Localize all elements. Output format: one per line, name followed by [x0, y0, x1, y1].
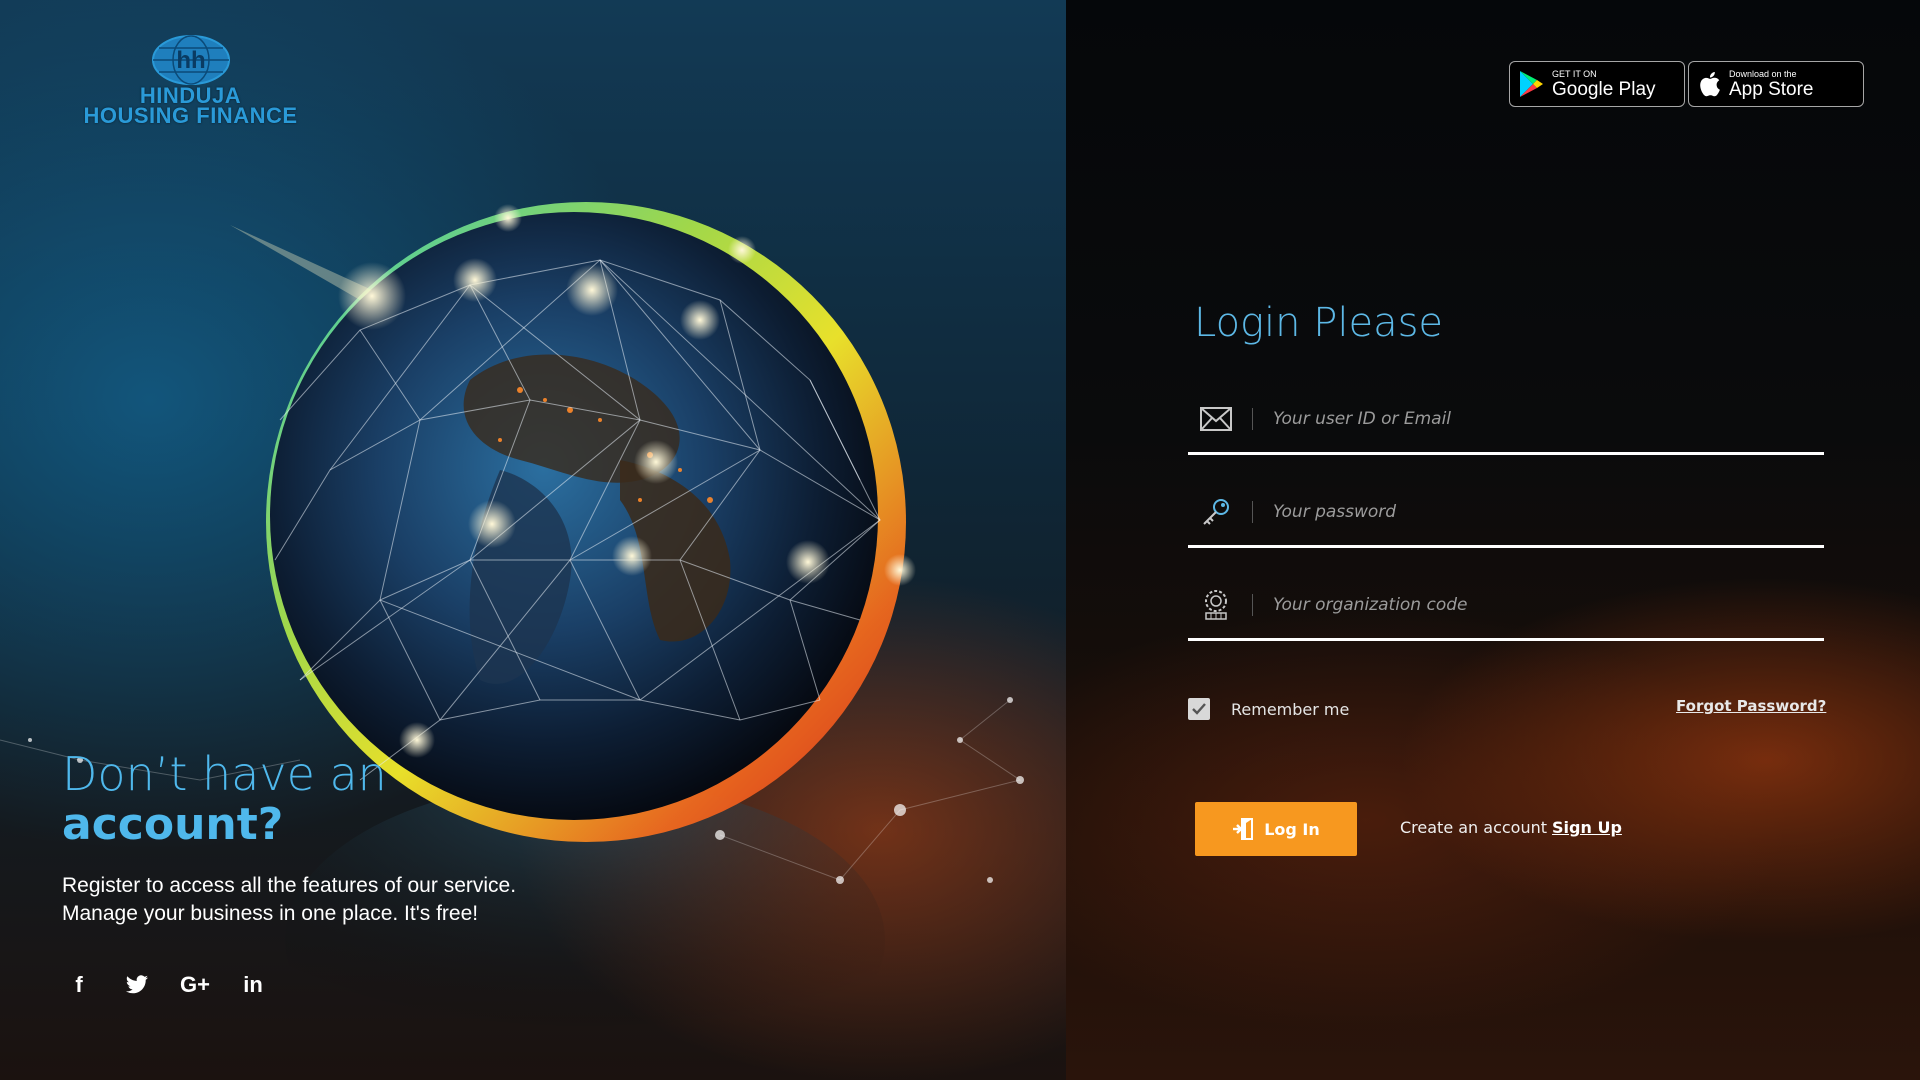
google-play-badge[interactable]: GET IT ON Google Play [1509, 61, 1685, 107]
organization-icon [1194, 589, 1238, 621]
google-play-small: GET IT ON [1552, 68, 1597, 79]
social-links: f G+ in [64, 970, 268, 1000]
promo-text-line2: Manage your business in one place. It's … [62, 902, 479, 925]
promo-title-line1: Don’t have an [62, 747, 387, 801]
login-button-label: Log In [1264, 819, 1320, 839]
svg-text:hh: hh [176, 47, 205, 74]
signup-prompt: Create an account Sign Up [1400, 818, 1622, 837]
apple-icon [1700, 72, 1720, 97]
remember-label: Remember me [1231, 699, 1350, 719]
password-input[interactable] [1271, 501, 1815, 523]
envelope-icon [1194, 407, 1238, 431]
linkedin-icon[interactable]: in [238, 970, 268, 1000]
globe-logo-icon: hh [151, 35, 230, 85]
field-separator [1252, 594, 1253, 616]
google-plus-icon[interactable]: G+ [180, 970, 210, 1000]
signup-promo: Don’t have an account? Register to acces… [62, 748, 662, 928]
field-separator [1252, 501, 1253, 523]
login-icon [1233, 818, 1254, 840]
user-id-input[interactable] [1271, 408, 1815, 430]
facebook-icon[interactable]: f [64, 970, 94, 1000]
remember-me[interactable]: Remember me [1188, 698, 1349, 720]
forgot-password-link[interactable]: Forgot Password? [1676, 697, 1826, 715]
login-panel: GET IT ON Google Play Download on the Ap… [1066, 0, 1920, 1080]
organization-field [1188, 572, 1824, 641]
user-id-field [1188, 386, 1824, 455]
promo-text-line1: Register to access all the features of o… [62, 874, 517, 897]
brand-logo: hh HINDUJA HOUSING FINANCE [58, 34, 323, 128]
field-separator [1252, 408, 1253, 430]
app-store-small: Download on the [1729, 68, 1797, 79]
app-store-badges: GET IT ON Google Play Download on the Ap… [1509, 61, 1864, 107]
google-play-big: Google Play [1552, 78, 1656, 100]
signup-link[interactable]: Sign Up [1552, 818, 1622, 837]
check-icon [1192, 703, 1206, 715]
remember-checkbox[interactable] [1188, 698, 1210, 720]
login-button[interactable]: Log In [1195, 802, 1357, 856]
app-store-big: App Store [1729, 78, 1814, 100]
password-field [1188, 479, 1824, 548]
brand-name-line2: HOUSING FINANCE [83, 103, 298, 128]
promo-title-line2: account? [62, 799, 284, 850]
google-play-icon [1520, 71, 1543, 97]
hero-panel: hh HINDUJA HOUSING FINANCE Don’t have an… [0, 0, 1066, 1080]
login-title: Login Please [1194, 300, 1444, 346]
twitter-icon[interactable] [122, 970, 152, 1000]
organization-code-input[interactable] [1271, 594, 1815, 616]
signup-prompt-text: Create an account [1400, 818, 1548, 837]
app-store-badge[interactable]: Download on the App Store [1688, 61, 1864, 107]
key-icon [1194, 496, 1238, 528]
